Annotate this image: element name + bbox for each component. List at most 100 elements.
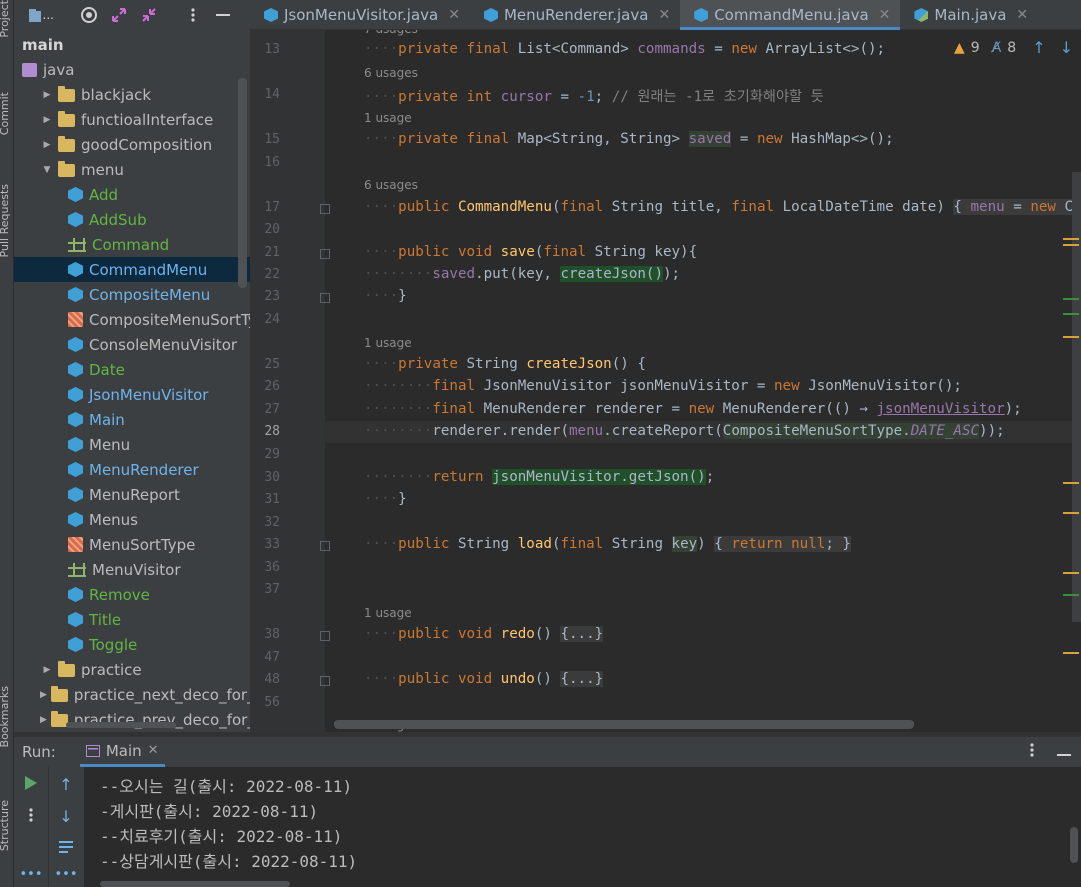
code-line[interactable]: ····public void save(final String key){ — [364, 244, 697, 260]
code-line[interactable]: ····private int cursor = -1; // 원래는 -1로 … — [364, 86, 824, 106]
change-stripe[interactable] — [1063, 313, 1079, 315]
close-icon[interactable]: ✕ — [658, 7, 670, 23]
run-options-button[interactable] — [1029, 742, 1035, 762]
code-line[interactable]: ····private final List<Command> commands… — [364, 41, 885, 57]
tree-item[interactable]: java — [14, 57, 250, 82]
tree-item[interactable]: ▼ menu — [14, 157, 250, 182]
tree-item[interactable]: ▶ blackjack — [14, 82, 250, 107]
code-line[interactable]: ····private String createJson() { — [364, 356, 646, 372]
chevron-right-icon[interactable]: ▶ — [40, 665, 54, 675]
tree-item[interactable]: Date — [14, 357, 250, 382]
editor-tab[interactable]: JsonMenuVisitor.java ✕ — [250, 0, 470, 30]
code-editor[interactable]: 13 14 15 16 17 20 21 22 23 24 25 26 27 28 29 30 31 32 33 36… — [250, 30, 1081, 732]
tree-item[interactable]: MenuVisitor — [14, 557, 250, 582]
tree-item[interactable]: MenuSortType — [14, 532, 250, 557]
usage-hint[interactable]: 1 usage — [364, 606, 412, 620]
change-stripe[interactable] — [1063, 298, 1079, 300]
tree-item[interactable]: AddSub — [14, 207, 250, 232]
code-line[interactable]: ····} — [364, 288, 407, 304]
warning-stripe[interactable] — [1063, 238, 1079, 240]
tree-item[interactable]: Toggle — [14, 632, 250, 657]
chevron-right-icon[interactable]: ▶ — [40, 690, 47, 700]
console-horizontal-scrollbar[interactable] — [100, 881, 290, 887]
pull-requests-tool-tab[interactable]: Pull Requests — [0, 184, 11, 257]
tree-item[interactable]: Remove — [14, 582, 250, 607]
run-tab-main[interactable]: Main ✕ — [79, 737, 165, 767]
options-menu-button[interactable] — [180, 4, 206, 26]
tree-item[interactable]: main — [14, 32, 250, 57]
usage-hint[interactable]: 6 usages — [364, 178, 418, 192]
warning-stripe[interactable] — [1063, 336, 1079, 338]
usage-hint[interactable]: 7 usages — [364, 30, 418, 36]
tree-item[interactable]: CompositeMenu — [14, 282, 250, 307]
warning-stripe[interactable] — [1063, 482, 1079, 484]
console-vertical-scrollbar[interactable] — [1070, 827, 1078, 863]
collapse-all-button[interactable] — [136, 4, 162, 26]
tree-item[interactable]: JsonMenuVisitor — [14, 382, 250, 407]
usage-hint[interactable]: 1 usage — [364, 111, 412, 125]
project-tool-tab[interactable]: Project — [0, 0, 11, 38]
tree-item[interactable]: MenuRenderer — [14, 457, 250, 482]
tree-item[interactable]: ▶ practice_next_deco_for_add — [14, 682, 250, 707]
select-opened-file-button[interactable] — [76, 4, 102, 26]
code-line[interactable]: ········final MenuRenderer renderer = ne… — [364, 401, 1022, 417]
project-vertical-scrollbar[interactable] — [238, 78, 247, 288]
scroll-up-icon[interactable]: ↑ — [49, 775, 83, 794]
tree-item[interactable]: Command — [14, 232, 250, 257]
editor-tab[interactable]: Main.java ✕ — [900, 0, 1038, 30]
fold-marker-icon[interactable] — [320, 541, 330, 551]
next-highlight-icon[interactable]: ↓ — [1060, 38, 1073, 57]
fold-marker-icon[interactable] — [320, 631, 330, 641]
tree-item[interactable]: ConsoleMenuVisitor — [14, 332, 250, 357]
chevron-down-icon[interactable]: ▼ — [40, 165, 54, 175]
soft-wrap-button[interactable] — [49, 839, 83, 858]
tree-item[interactable]: Add — [14, 182, 250, 207]
tree-item[interactable]: Menus — [14, 507, 250, 532]
chevron-right-icon[interactable]: ▶ — [40, 140, 54, 150]
tree-item[interactable]: ▶practice_prev_deco_for_sect — [14, 707, 250, 732]
code-line[interactable]: ········saved.put(key, createJson()); — [364, 266, 680, 282]
editor-tab[interactable]: MenuRenderer.java ✕ — [470, 0, 680, 30]
close-icon[interactable]: ✕ — [148, 743, 159, 758]
close-icon[interactable]: ✕ — [1016, 7, 1028, 23]
warning-stripe[interactable] — [1063, 652, 1079, 654]
code-line[interactable]: ····public void undo() {...} — [364, 671, 604, 687]
change-stripe[interactable] — [1063, 594, 1079, 596]
usage-hint[interactable]: 1 usage — [364, 336, 412, 350]
tree-item[interactable]: ▶ functioalInterface — [14, 107, 250, 132]
fold-marker-icon[interactable] — [320, 293, 330, 303]
run-console[interactable]: ••• ↑ ↓ ••• --오시는 길(출시: 2022-08-11) -게시판(… — [14, 767, 1081, 887]
previous-highlight-icon[interactable]: ↑ — [1032, 38, 1045, 57]
warning-stripe[interactable] — [1063, 572, 1079, 574]
warning-stripe[interactable] — [1063, 244, 1079, 246]
fold-marker-icon[interactable] — [320, 204, 330, 214]
close-icon[interactable]: ✕ — [879, 7, 891, 23]
tree-item[interactable]: MenuReport — [14, 482, 250, 507]
project-horizontal-scrollbar[interactable] — [66, 722, 176, 728]
usage-hint[interactable]: 6 usages — [364, 66, 418, 80]
warning-stripe[interactable] — [1063, 512, 1079, 514]
project-view-selector[interactable]: ... — [28, 4, 54, 26]
tree-item[interactable]: ▶ practice — [14, 657, 250, 682]
editor-horizontal-scrollbar[interactable] — [334, 720, 914, 729]
inspection-widget[interactable]: ▲ 9 A̸ 8 ↑ ↓ — [954, 38, 1073, 57]
tree-item[interactable]: Title — [14, 607, 250, 632]
code-line[interactable]: ····private final Map<String, String> sa… — [364, 131, 894, 147]
expand-all-button[interactable] — [106, 4, 132, 26]
rerun-button[interactable] — [14, 775, 48, 795]
chevron-right-icon[interactable]: ▶ — [40, 715, 47, 725]
chevron-right-icon[interactable]: ▶ — [40, 115, 54, 125]
fold-marker-icon[interactable] — [320, 249, 330, 259]
run-more-button[interactable] — [14, 807, 48, 827]
code-line[interactable]: ········renderer.render(menu.createRepor… — [364, 423, 1005, 439]
tree-item[interactable]: CommandMenu — [14, 257, 250, 282]
hide-panel-button[interactable] — [210, 4, 236, 26]
code-line[interactable]: ········return jsonMenuVisitor.getJson()… — [364, 469, 714, 485]
hide-run-panel-button[interactable] — [1057, 743, 1071, 761]
code-line[interactable]: ····public String load(final String key)… — [364, 536, 851, 552]
bookmarks-tool-tab[interactable]: Bookmarks — [0, 686, 11, 747]
code-line[interactable]: ········final JsonMenuVisitor jsonMenuVi… — [364, 378, 962, 394]
chevron-right-icon[interactable]: ▶ — [40, 90, 54, 100]
tree-item[interactable]: CompositeMenuSortType — [14, 307, 250, 332]
tree-item[interactable]: ▶ goodComposition — [14, 132, 250, 157]
